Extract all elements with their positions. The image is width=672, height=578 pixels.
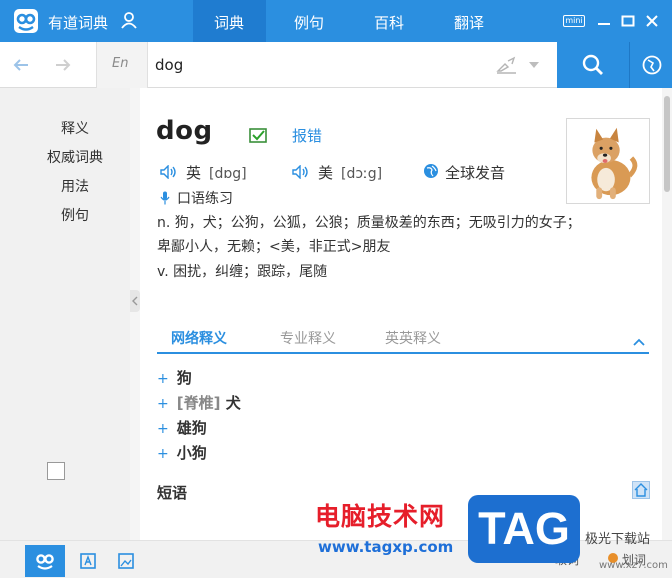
tab-web-definitions[interactable]: 网络释义 [171,328,227,348]
search-button[interactable] [557,42,629,88]
speaker-us-icon[interactable] [292,165,310,179]
youdao-logo-icon [14,9,38,33]
sidebar-item-examples[interactable]: 例句 [0,205,150,225]
chevron-down-icon[interactable] [529,62,539,68]
definition-line: n. 狗，犬；公狗，公狐，公狼；质量极差的东西；无吸引力的女子； [157,215,581,231]
global-pronunciation-link[interactable]: 全球发音 [445,162,505,183]
us-phonetic: [dɔːg] [341,166,383,182]
sidebar-collapse-handle[interactable] [130,290,140,312]
watermark-url: www.tagxp.com [318,538,454,556]
global-pronunciation-icon[interactable] [423,163,439,179]
vertical-scrollbar[interactable] [662,88,672,540]
sidebar-item-authoritative[interactable]: 权威词典 [0,147,150,167]
plus-icon[interactable]: + [157,421,169,437]
search-icon [582,54,603,75]
speaker-uk-icon[interactable] [160,165,178,179]
report-error-link[interactable]: 报错 [292,125,322,146]
minimize-icon[interactable] [597,14,611,28]
close-icon[interactable] [645,14,659,28]
dictionary-mode-button[interactable] [25,545,65,577]
tab-encyclopedia[interactable]: 百科 [374,12,404,33]
home-icon[interactable] [632,481,650,499]
image-translate-icon [118,553,134,569]
uk-label: 英 [186,164,202,182]
definition-line: v. 困扰，纠缠；跟踪，尾随 [157,264,328,280]
oral-practice-link[interactable]: 口语练习 [177,188,233,208]
tab-translate[interactable]: 翻译 [454,12,484,33]
definition-panel: dog 报错 英 [dɒg] 美 [dɔːg] 全球发音 口语练习 n. 狗，犬… [140,88,662,540]
search-input[interactable] [155,51,485,79]
back-arrow-icon[interactable] [12,56,30,74]
app-title: 有道词典 [48,14,109,32]
word-image[interactable] [566,118,650,204]
tab-examples[interactable]: 例句 [294,12,324,33]
web-search-button[interactable] [629,42,672,88]
pronunciation-us: 美 [dɔːg] [318,162,382,183]
image-translate-button[interactable] [106,545,146,577]
tab-dictionary[interactable]: 词典 [199,12,259,45]
user-icon[interactable] [120,11,138,29]
watermark-logo: TAG [468,495,580,563]
wordbook-button[interactable] [68,545,108,577]
scrollbar-thumb[interactable] [664,96,670,192]
web-definition-item[interactable]: + 狗 [157,367,192,388]
definition-tabs: 网络释义 专业释义 英英释义 [157,328,649,354]
definition-line: 卑鄙小人，无赖；<美，非正式>朋友 [157,239,391,255]
plus-icon[interactable]: + [157,446,169,462]
youdao-logo-icon [36,554,54,570]
web-definition-item[interactable]: + 雄狗 [157,417,207,438]
phrases-heading: 短语 [157,484,188,502]
uk-phonetic: [dɒg] [209,166,247,182]
maximize-icon[interactable] [621,14,635,28]
us-label: 美 [318,164,334,182]
wordbook-icon [80,553,96,569]
pronunciation-uk: 英 [dɒg] [186,162,247,183]
watermark-site-url: www.xz7.com [599,560,668,571]
handwriting-icon[interactable] [496,56,518,74]
plus-icon[interactable]: + [157,396,169,412]
sidebar-item-meaning[interactable]: 释义 [0,118,150,138]
chevron-up-icon[interactable] [633,338,645,346]
sidebar: 释义 权威词典 用法 例句 [0,88,130,540]
watermark-site: 极光下载站 [585,532,651,547]
chevron-left-icon [132,296,138,306]
tab-professional-definitions[interactable]: 专业释义 [280,328,336,348]
tab-english-definitions[interactable]: 英英释义 [385,328,441,348]
plus-icon[interactable]: + [157,371,169,387]
domain-tag: [脊椎] [176,394,221,412]
search-toolbar: En [0,42,672,88]
web-definition-item[interactable]: + 小狗 [157,442,207,463]
dog-image [591,127,638,200]
language-selector[interactable]: En [96,42,148,88]
language-label: En [112,56,129,71]
wordbook-check-icon[interactable] [249,128,267,143]
title-bar: 有道词典 词典 例句 百科 翻译 mini [0,0,672,45]
globe-icon [642,55,662,75]
mini-mode-button[interactable]: mini [563,15,585,27]
broken-image-icon [47,462,65,480]
forward-arrow-icon[interactable] [54,56,72,74]
web-definition-item[interactable]: + [脊椎] 犬 [157,392,241,413]
watermark-title: 电脑技术网 [315,502,446,531]
microphone-icon[interactable] [160,191,170,205]
headword: dog [156,116,213,146]
sidebar-item-usage[interactable]: 用法 [0,176,150,196]
